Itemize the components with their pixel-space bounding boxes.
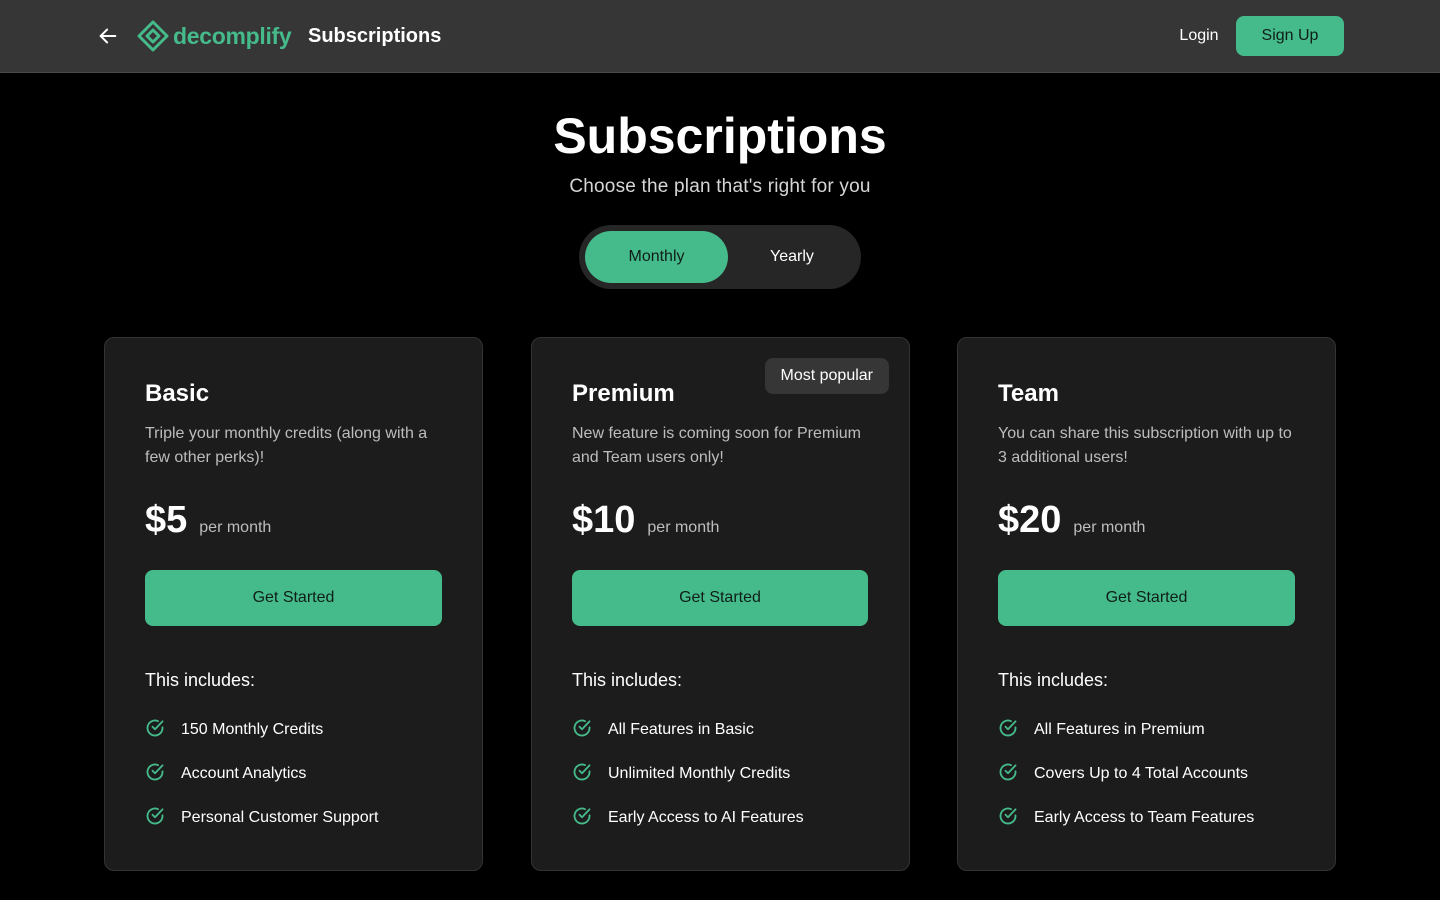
- list-item: Unlimited Monthly Credits: [572, 762, 804, 786]
- plan-description: New feature is coming soon for Premium a…: [572, 425, 861, 466]
- page-subtitle: Choose the plan that's right for you: [569, 176, 871, 197]
- plan-period: per month: [647, 519, 720, 536]
- plan-period: per month: [199, 519, 272, 536]
- most-popular-badge: Most popular: [764, 358, 889, 394]
- toggle-yearly[interactable]: Yearly: [729, 231, 855, 283]
- plan-card-premium: Most popular Premium New feature is comi…: [531, 337, 910, 871]
- top-navbar: decomplify Subscriptions Login Sign Up: [0, 0, 1440, 73]
- plan-price-row: $20 per month: [998, 496, 1145, 544]
- feature-label: 150 Monthly Credits: [181, 721, 324, 738]
- plan-price: $10: [572, 499, 636, 541]
- list-item: Early Access to Team Features: [998, 806, 1254, 830]
- plan-card-basic: Basic Triple your monthly credits (along…: [104, 337, 483, 871]
- arrow-left-icon: [99, 28, 117, 44]
- page-title: Subscriptions: [553, 108, 887, 164]
- feature-label: Covers Up to 4 Total Accounts: [1034, 765, 1249, 782]
- login-link[interactable]: Login: [1160, 22, 1238, 50]
- feature-list: All Features in Premium Covers Up to 4 T…: [998, 718, 1254, 850]
- header-page-title: Subscriptions: [308, 25, 442, 47]
- plan-price-row: $5 per month: [145, 496, 271, 544]
- plan-card-team: Team You can share this subscription wit…: [957, 337, 1336, 871]
- check-circle-icon: [146, 719, 164, 737]
- feature-label: All Features in Basic: [608, 721, 754, 738]
- check-circle-icon: [146, 763, 164, 781]
- includes-heading: This includes:: [998, 670, 1109, 690]
- plan-name: Team: [998, 380, 1059, 407]
- check-circle-icon: [573, 763, 591, 781]
- plan-price-row: $10 per month: [572, 496, 719, 544]
- plan-name: Basic: [145, 380, 210, 407]
- includes-heading: This includes:: [145, 670, 256, 690]
- feature-label: All Features in Premium: [1034, 721, 1205, 738]
- plan-price: $5: [145, 499, 188, 541]
- billing-period-toggle: Monthly Yearly: [579, 225, 861, 289]
- list-item: Covers Up to 4 Total Accounts: [998, 762, 1254, 786]
- check-circle-icon: [573, 807, 591, 825]
- plan-period: per month: [1073, 519, 1146, 536]
- toggle-monthly[interactable]: Monthly: [585, 231, 728, 283]
- list-item: All Features in Premium: [998, 718, 1254, 742]
- includes-heading: This includes:: [572, 670, 683, 690]
- feature-list: All Features in Basic Unlimited Monthly …: [572, 718, 804, 850]
- feature-label: Personal Customer Support: [181, 809, 379, 826]
- feature-label: Early Access to Team Features: [1034, 809, 1255, 826]
- list-item: Account Analytics: [145, 762, 378, 786]
- list-item: 150 Monthly Credits: [145, 718, 378, 742]
- feature-label: Account Analytics: [181, 765, 307, 782]
- plan-description: You can share this subscription with up …: [998, 425, 1292, 466]
- feature-label: Early Access to AI Features: [608, 809, 804, 826]
- back-button[interactable]: [94, 22, 122, 50]
- feature-label: Unlimited Monthly Credits: [608, 765, 791, 782]
- get-started-button-team[interactable]: Get Started: [998, 570, 1295, 626]
- signup-button[interactable]: Sign Up: [1236, 16, 1344, 56]
- list-item: All Features in Basic: [572, 718, 804, 742]
- brand-logo[interactable]: decomplify: [137, 19, 292, 53]
- brand-name: decomplify: [173, 22, 292, 49]
- plan-name: Premium: [572, 380, 675, 407]
- plan-description: Triple your monthly credits (along with …: [145, 425, 428, 466]
- plan-price: $20: [998, 499, 1062, 541]
- check-circle-icon: [573, 719, 591, 737]
- list-item: Early Access to AI Features: [572, 806, 804, 830]
- check-circle-icon: [999, 807, 1017, 825]
- check-circle-icon: [999, 763, 1017, 781]
- diamond-logo-icon: [137, 20, 169, 52]
- check-circle-icon: [999, 719, 1017, 737]
- get-started-button-basic[interactable]: Get Started: [145, 570, 442, 626]
- check-circle-icon: [146, 807, 164, 825]
- feature-list: 150 Monthly Credits Account Analytics Pe…: [145, 718, 378, 850]
- get-started-button-premium[interactable]: Get Started: [572, 570, 868, 626]
- list-item: Personal Customer Support: [145, 806, 378, 830]
